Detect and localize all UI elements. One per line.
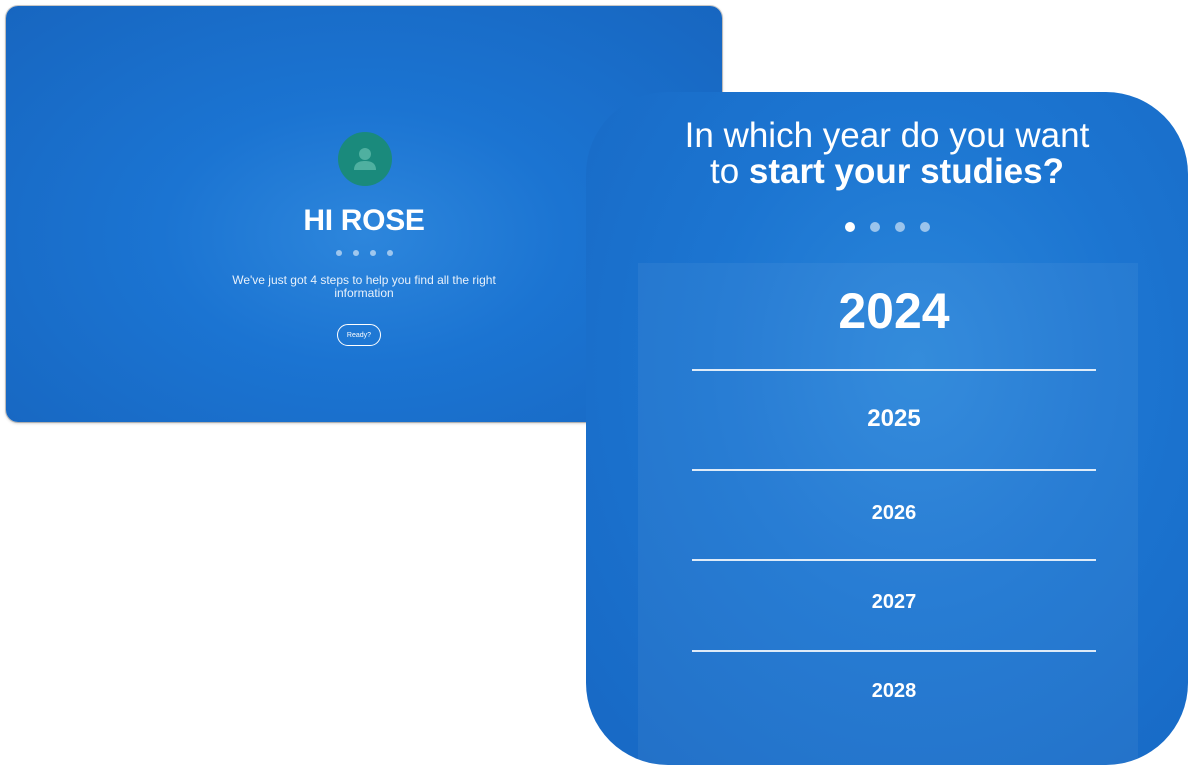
- question-line-1: In which year do you want: [684, 116, 1090, 155]
- year-label: 2026: [871, 502, 917, 524]
- year-option[interactable]: 2025: [692, 405, 1096, 433]
- year-option-selected[interactable]: 2024: [692, 281, 1096, 341]
- stage: HI ROSE We've just got 4 steps to help y…: [0, 0, 1188, 765]
- question-line-2: to start your studies?: [586, 154, 1188, 190]
- year-picker-card: In which year do you want to start your …: [586, 92, 1188, 765]
- step-dot: [919, 222, 930, 232]
- divider: [692, 469, 1096, 471]
- person-icon: [354, 148, 376, 170]
- step-dot: [369, 250, 376, 256]
- question-emphasis: start your studies?: [748, 152, 1064, 191]
- year-option[interactable]: 2028: [692, 679, 1096, 703]
- picker-step-indicator: [586, 222, 1188, 232]
- question-prefix: to: [710, 152, 749, 191]
- divider: [692, 650, 1096, 652]
- year-option[interactable]: 2026: [692, 501, 1096, 525]
- ready-button[interactable]: Ready?: [337, 324, 381, 346]
- divider: [692, 559, 1096, 561]
- avatar: [338, 132, 392, 186]
- welcome-message: We've just got 4 steps to help you find …: [232, 273, 496, 300]
- step-dot: [335, 250, 342, 256]
- question-heading: In which year do you want to start your …: [586, 118, 1188, 190]
- year-picker[interactable]: 2024 2025 2026 2027 2028: [638, 263, 1138, 765]
- year-label: 2027: [871, 591, 917, 613]
- step-dot: [869, 222, 880, 232]
- divider: [692, 369, 1096, 371]
- step-dot: [352, 250, 359, 256]
- year-label: 2028: [871, 680, 917, 702]
- step-dot: [386, 250, 393, 256]
- step-dot: [894, 222, 905, 232]
- year-option[interactable]: 2027: [692, 590, 1096, 614]
- step-dot-active: [844, 222, 855, 232]
- year-label: 2024: [838, 283, 950, 339]
- year-label: 2025: [867, 405, 921, 432]
